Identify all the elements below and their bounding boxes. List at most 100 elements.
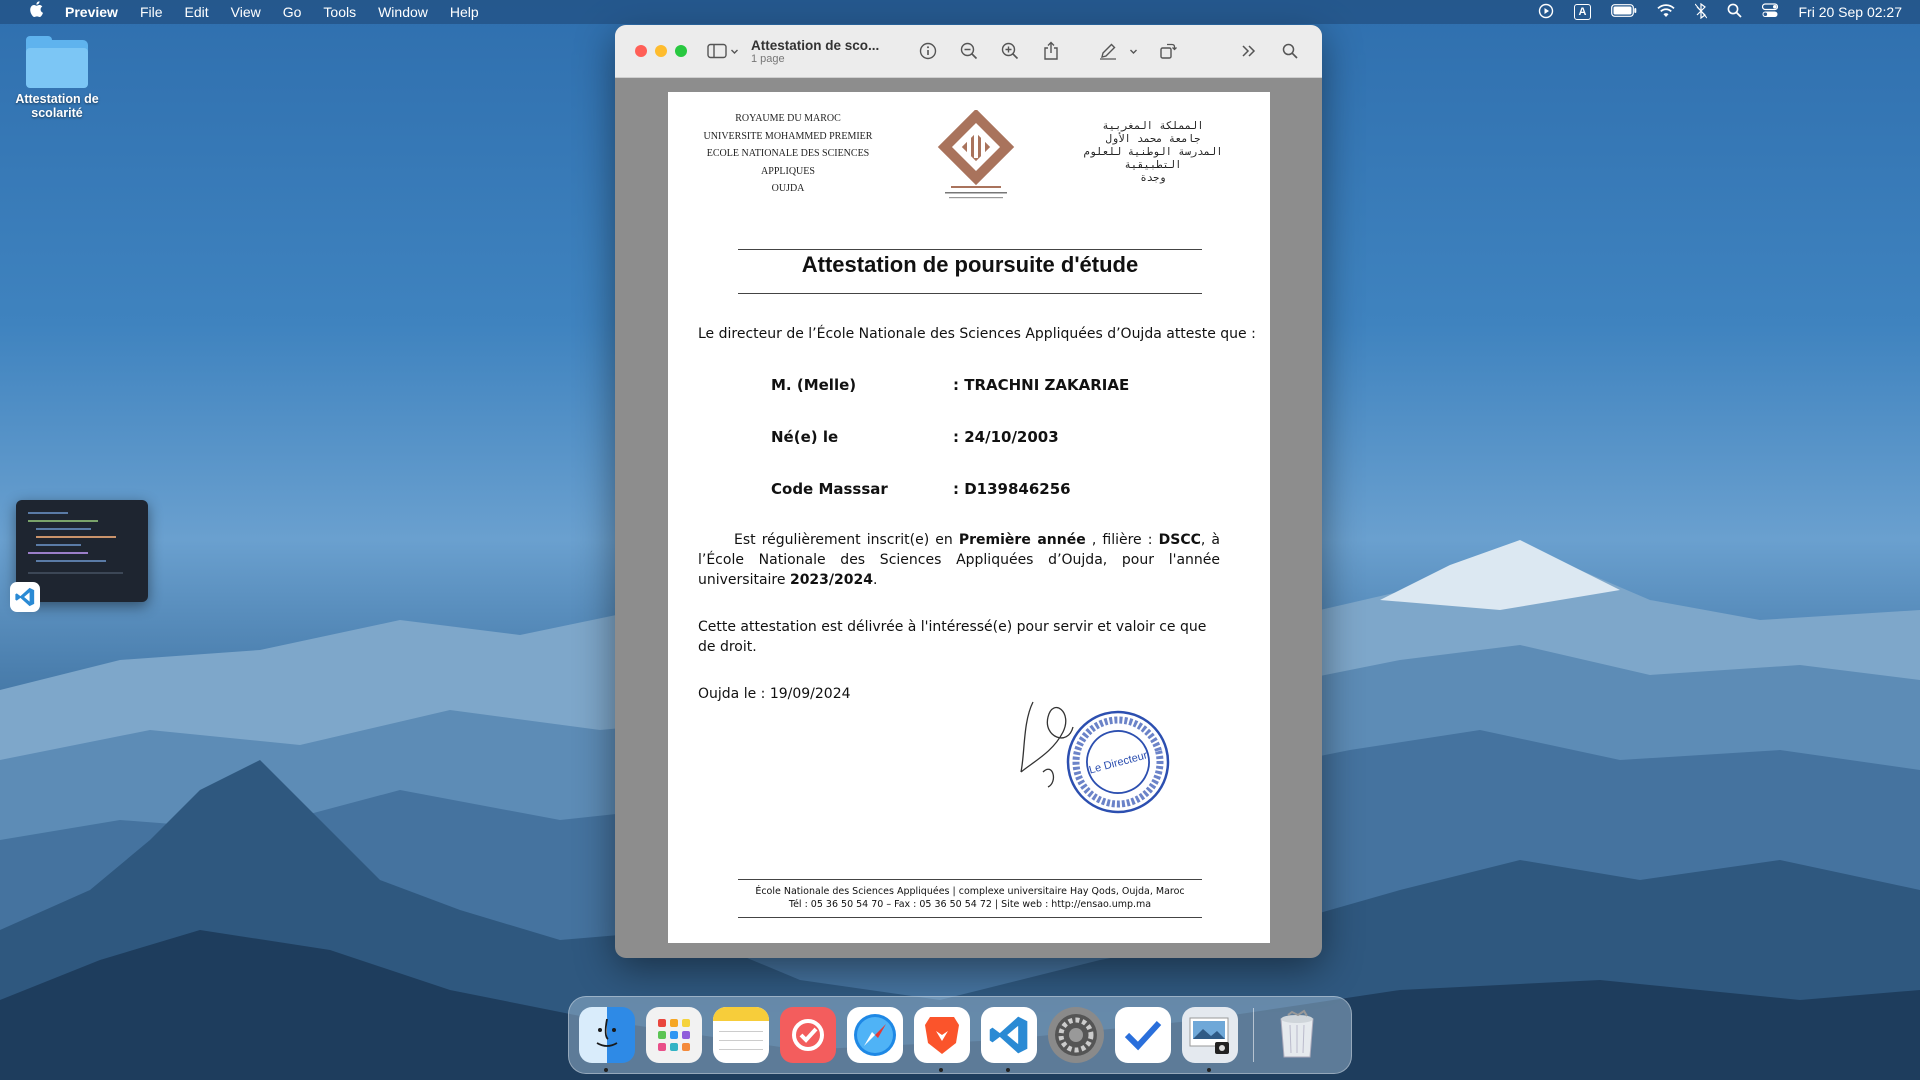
footer-address: École Nationale des Sciences Appliquées … — [755, 886, 1185, 897]
header-ar-line: التطبيقية — [1124, 159, 1182, 171]
dock-notes[interactable] — [713, 1007, 769, 1063]
search-button[interactable] — [1279, 40, 1301, 62]
menubar-clock[interactable]: Fri 20 Sep 02:27 — [1798, 4, 1902, 20]
vscode-icon — [989, 1016, 1028, 1054]
desktop-folder[interactable]: Attestation de scolarité — [14, 32, 100, 120]
field-value-birthdate: : 24/10/2003 — [953, 428, 1059, 446]
field-value-name: : TRACHNI ZAKARIAE — [953, 376, 1130, 394]
share-button[interactable] — [1040, 40, 1062, 62]
field-label-massar: Code Masssar — [771, 480, 888, 498]
pen-icon — [1100, 43, 1117, 60]
folder-icon — [26, 36, 88, 88]
rotate-button[interactable] — [1157, 40, 1179, 62]
field-label-birthdate: Né(e) le — [771, 428, 839, 446]
brave-lion-icon — [925, 1017, 959, 1054]
control-center-icon[interactable] — [1762, 3, 1779, 21]
preview-photos-icon — [1189, 1017, 1229, 1054]
app-name-menu[interactable]: Preview — [54, 0, 129, 24]
chevron-down-icon — [1130, 49, 1138, 54]
notes-icon — [713, 1007, 769, 1021]
search-icon — [1283, 43, 1298, 59]
window-subtitle: 1 page — [751, 52, 785, 65]
menu-tools[interactable]: Tools — [312, 0, 367, 24]
menu-go[interactable]: Go — [272, 0, 313, 24]
dock-safari[interactable] — [847, 1007, 903, 1063]
dock-tasks[interactable] — [1115, 1007, 1171, 1063]
footer-top-rule — [738, 879, 1202, 880]
input-source-icon[interactable]: A — [1573, 4, 1592, 20]
compass-icon — [854, 1014, 896, 1056]
apple-menu-icon[interactable] — [18, 0, 54, 24]
official-stamp: Le Directeur — [1066, 710, 1170, 814]
sidebar-toggle-button[interactable] — [707, 43, 739, 59]
date-line: Oujda le : 19/09/2024 — [698, 686, 851, 702]
para-text: . — [873, 572, 878, 588]
menu-edit[interactable]: Edit — [174, 0, 220, 24]
footer-contact: Tél : 05 36 50 54 70 – Fax : 05 36 50 54… — [788, 899, 1152, 910]
close-button[interactable] — [635, 45, 647, 57]
header-fr-line: APPLIQUES — [761, 165, 815, 177]
menu-window[interactable]: Window — [367, 0, 439, 24]
menu-bar: Preview File Edit View Go Tools Window H… — [0, 0, 1920, 24]
dock-reminders[interactable] — [780, 1007, 836, 1063]
checkmark-icon — [1124, 1020, 1162, 1051]
zoom-out-button[interactable] — [958, 40, 980, 62]
bluetooth-off-icon[interactable] — [1695, 2, 1708, 22]
window-toolbar: Attestation de sco... 1 page — [615, 25, 1322, 78]
dock-preview[interactable] — [1182, 1007, 1238, 1072]
ensa-logo — [937, 110, 1015, 199]
dock-launchpad[interactable] — [646, 1007, 702, 1063]
info-button[interactable] — [917, 40, 939, 62]
field-value-massar: : D139846256 — [953, 480, 1071, 498]
sidebar-icon — [707, 43, 727, 59]
document-title: Attestation de poursuite d'étude — [801, 252, 1139, 277]
screen-recording-icon[interactable] — [1538, 3, 1554, 22]
enrollment-paragraph: Est régulièrement inscrit(e) en Première… — [698, 530, 1220, 590]
window-title: Attestation de sco... — [751, 37, 880, 53]
gear-icon — [1055, 1014, 1097, 1056]
menu-file[interactable]: File — [129, 0, 174, 24]
dock-separator — [1253, 1008, 1254, 1062]
zoom-in-button[interactable] — [999, 40, 1021, 62]
preview-window: Attestation de sco... 1 page ROYAUME DU … — [615, 25, 1322, 958]
para-program: DSCC — [1158, 532, 1201, 548]
wifi-icon[interactable] — [1657, 3, 1676, 21]
launchpad-icon — [658, 1019, 690, 1051]
spotlight-search-icon[interactable] — [1727, 3, 1743, 21]
double-chevron-right-icon — [1242, 45, 1256, 57]
stamp-label: Le Directeur — [1088, 749, 1149, 776]
dock-vscode[interactable] — [981, 1007, 1037, 1072]
para-year-level: Première année — [958, 532, 1086, 548]
desktop-folder-label: Attestation de scolarité — [15, 92, 99, 120]
dock-brave[interactable] — [914, 1007, 970, 1072]
dock-system-settings[interactable] — [1048, 1007, 1104, 1063]
para-text: Est régulièrement inscrit(e) en — [734, 532, 959, 548]
dock — [568, 996, 1352, 1074]
dock-finder[interactable] — [579, 1007, 635, 1072]
minimize-button[interactable] — [655, 45, 667, 57]
check-circle-icon — [792, 1019, 824, 1051]
title-bottom-rule — [738, 293, 1202, 294]
zoom-out-icon — [961, 42, 978, 60]
more-tools-button[interactable] — [1238, 40, 1260, 62]
header-arabic: المملكة المغربية جامعة محمد الأول المدرس… — [1063, 120, 1243, 185]
menu-view[interactable]: View — [220, 0, 272, 24]
trash-icon — [1280, 1009, 1314, 1058]
purpose-paragraph: Cette attestation est délivrée à l'intér… — [698, 619, 1207, 655]
battery-icon[interactable] — [1611, 4, 1637, 20]
header-ar-line: المدرسة الوطنية للعلوم — [1083, 146, 1223, 158]
chevron-down-icon — [731, 49, 738, 54]
header-ar-line: وجدة — [1140, 172, 1166, 184]
title-top-rule — [738, 249, 1202, 250]
document-page[interactable]: ROYAUME DU MAROC UNIVERSITE MOHAMMED PRE… — [668, 92, 1270, 943]
para-academic-year: 2023/2024 — [789, 572, 873, 588]
zoom-button[interactable] — [675, 45, 687, 57]
menu-help[interactable]: Help — [439, 0, 490, 24]
header-fr-line: ECOLE NATIONALE DES SCIENCES — [706, 148, 870, 159]
markup-button[interactable] — [1099, 42, 1138, 60]
info-icon — [920, 42, 937, 60]
header-french: ROYAUME DU MAROC UNIVERSITE MOHAMMED PRE… — [693, 110, 883, 198]
window-title-block[interactable]: Attestation de sco... 1 page — [751, 38, 879, 65]
rotate-icon — [1160, 43, 1178, 59]
dock-trash[interactable] — [1269, 1007, 1325, 1063]
